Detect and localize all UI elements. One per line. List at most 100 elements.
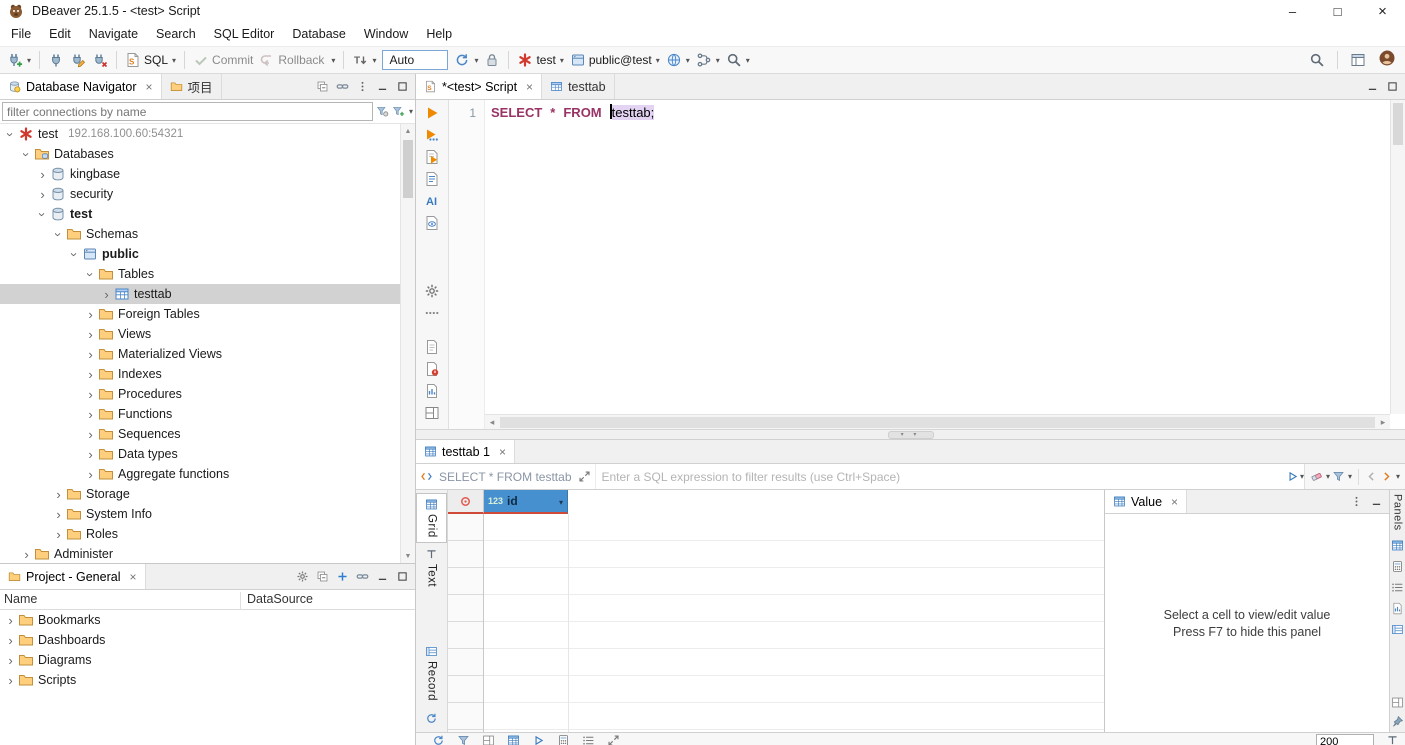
connection-filter-input[interactable] <box>2 102 373 121</box>
menu-navigate[interactable]: Navigate <box>80 24 147 44</box>
value-viewer-panel-icon[interactable] <box>1391 539 1404 552</box>
editor-horizontal-scrollbar[interactable] <box>485 414 1390 429</box>
refresh-button[interactable] <box>451 49 481 71</box>
expander-icon[interactable] <box>4 633 17 648</box>
status-expand-icon[interactable] <box>607 734 620 745</box>
aggregate-panel-icon[interactable] <box>1391 602 1404 615</box>
tab-sql-script[interactable]: S *<test> Script <box>416 74 542 99</box>
new-connection-button[interactable] <box>4 49 34 71</box>
close-icon[interactable] <box>129 570 136 584</box>
more-actions-icon[interactable] <box>424 305 440 321</box>
transaction-dropdown-button[interactable] <box>327 53 338 68</box>
minimize-window-button[interactable] <box>1270 0 1315 22</box>
tree-item[interactable]: Procedures <box>0 384 400 404</box>
expander-icon[interactable] <box>4 673 17 688</box>
tab-projects[interactable]: 项目 <box>162 74 222 99</box>
commit-mode-combo[interactable]: Auto <box>382 50 448 70</box>
apply-filter-icon[interactable] <box>1286 470 1299 483</box>
quick-search-button[interactable] <box>1306 49 1328 71</box>
status-layout-icon[interactable] <box>482 734 495 745</box>
scroll-left-icon[interactable] <box>485 417 499 428</box>
minimize-panel-icon[interactable] <box>1370 495 1383 508</box>
user-avatar[interactable] <box>1379 50 1399 70</box>
commit-button[interactable]: Commit <box>190 49 256 71</box>
expander-icon[interactable] <box>52 507 65 522</box>
filter-expression-input[interactable] <box>595 464 1286 489</box>
tree-item[interactable]: Materialized Views <box>0 344 400 364</box>
filter-query-text[interactable]: SELECT * FROM testtab <box>439 470 572 484</box>
menu-help[interactable]: Help <box>417 24 461 44</box>
edit-connection-button[interactable] <box>67 49 89 71</box>
tree-item[interactable]: Foreign Tables <box>0 304 400 324</box>
close-icon[interactable] <box>145 80 152 94</box>
tree-item[interactable]: testtab <box>0 284 400 304</box>
query-stats-icon[interactable] <box>424 383 440 399</box>
scrollbar-thumb[interactable] <box>403 140 413 198</box>
status-grid-icon[interactable] <box>507 734 520 745</box>
project-item[interactable]: Bookmarks <box>0 610 415 630</box>
tree-item[interactable]: Sequences <box>0 424 400 444</box>
editor-settings-icon[interactable] <box>424 283 440 299</box>
tree-item[interactable]: Functions <box>0 404 400 424</box>
filter-settings-icon[interactable] <box>376 105 389 118</box>
link-editor-icon[interactable] <box>356 570 369 583</box>
readonly-toggle-button[interactable] <box>481 49 503 71</box>
show-plan-icon[interactable] <box>424 215 440 231</box>
active-schema-selector[interactable]: public@test <box>567 49 663 71</box>
tree-item[interactable]: Administer <box>0 544 400 563</box>
expander-icon[interactable] <box>84 407 97 422</box>
expander-icon[interactable] <box>84 447 97 462</box>
link-editor-icon[interactable] <box>336 80 349 93</box>
status-filter-icon[interactable] <box>457 734 470 745</box>
expander-icon[interactable] <box>36 187 49 202</box>
status-text-icon[interactable] <box>1386 734 1399 745</box>
column-header-name[interactable]: Name <box>4 592 37 606</box>
error-log-icon[interactable] <box>424 361 440 377</box>
expander-icon[interactable] <box>35 208 50 221</box>
tab-results-testtab[interactable]: testtab 1 <box>416 440 515 463</box>
open-filter-panel-icon[interactable] <box>578 470 591 483</box>
collapse-all-icon[interactable] <box>316 80 329 93</box>
expander-icon[interactable] <box>84 307 97 322</box>
output-icon[interactable] <box>424 339 440 355</box>
column-dropdown-icon[interactable] <box>559 494 563 508</box>
tree-item[interactable]: test192.168.100.60:54321 <box>0 124 400 144</box>
grid-body[interactable] <box>484 514 1104 732</box>
minimize-view-icon[interactable] <box>1366 80 1379 93</box>
expander-icon[interactable] <box>67 248 82 261</box>
tree-item[interactable]: Storage <box>0 484 400 504</box>
expander-icon[interactable] <box>84 427 97 442</box>
connect-button[interactable] <box>45 49 67 71</box>
expander-icon[interactable] <box>4 613 17 628</box>
expander-icon[interactable] <box>3 128 18 141</box>
splitter-handle[interactable] <box>888 431 934 439</box>
layout-toggle-icon[interactable] <box>424 405 440 421</box>
close-icon[interactable] <box>1171 495 1178 509</box>
calc-panel-icon[interactable] <box>1391 560 1404 573</box>
ai-assistant-icon[interactable]: AI <box>424 193 440 209</box>
execute-new-tab-icon[interactable] <box>424 127 440 143</box>
network-profile-button[interactable] <box>663 49 693 71</box>
minimize-view-icon[interactable] <box>376 80 389 93</box>
scroll-right-icon[interactable] <box>1376 417 1390 428</box>
expander-icon[interactable] <box>84 347 97 362</box>
minimize-view-icon[interactable] <box>376 570 389 583</box>
disconnect-button[interactable] <box>89 49 111 71</box>
tab-project-general[interactable]: Project - General <box>0 564 146 589</box>
project-item[interactable]: Dashboards <box>0 630 415 650</box>
layout-panel-icon[interactable] <box>1391 696 1404 709</box>
expander-icon[interactable] <box>84 387 97 402</box>
tree-item[interactable]: Aggregate functions <box>0 464 400 484</box>
nav-dropdown-icon[interactable] <box>1396 472 1400 481</box>
expander-icon[interactable] <box>84 367 97 382</box>
filter-dropdown-icon[interactable] <box>409 107 413 116</box>
expander-icon[interactable] <box>83 268 98 281</box>
expander-icon[interactable] <box>84 327 97 342</box>
expander-icon[interactable] <box>84 467 97 482</box>
tree-item[interactable]: Roles <box>0 524 400 544</box>
maximize-window-button[interactable] <box>1315 0 1360 22</box>
expander-icon[interactable] <box>36 167 49 182</box>
transaction-log-button[interactable]: T <box>349 49 379 71</box>
tree-item[interactable]: Indexes <box>0 364 400 384</box>
sql-editor-button[interactable]: SSQL <box>122 49 179 71</box>
